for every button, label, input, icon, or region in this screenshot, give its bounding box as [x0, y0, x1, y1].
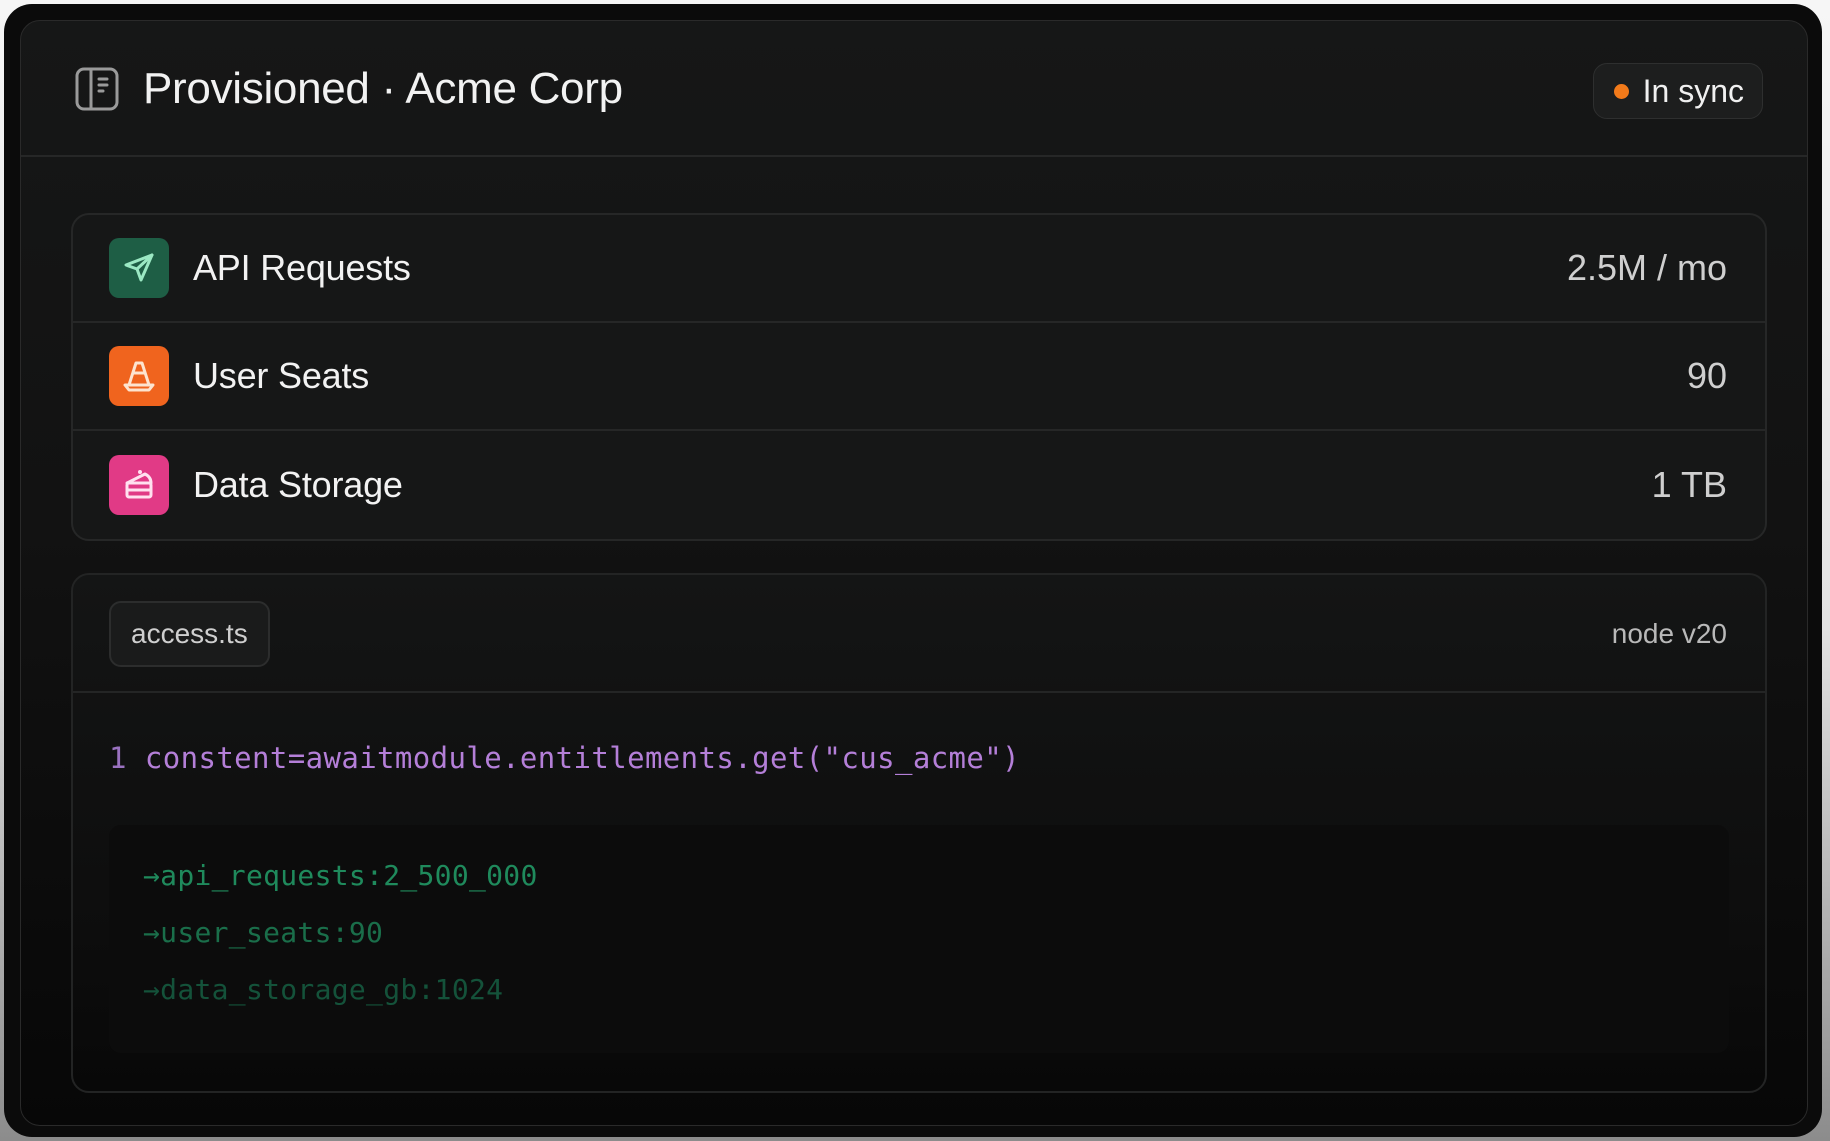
entitlement-label: User Seats — [193, 355, 370, 396]
entitlement-value: 2.5M / mo — [1566, 247, 1727, 288]
output-line: →user_seats:90 — [143, 916, 384, 949]
code-text: constent=awaitmodule.entitlements.get("c… — [144, 741, 1020, 775]
runtime-label: node v20 — [1611, 618, 1727, 649]
entitlement-value: 1 TB — [1651, 464, 1727, 505]
entitlement-row-data-storage[interactable]: Data Storage 1 TB — [73, 431, 1765, 539]
entitlement-row-api-requests[interactable]: API Requests 2.5M / mo — [73, 215, 1765, 323]
output-line: →api_requests:2_500_000 — [143, 859, 538, 892]
entitlement-label: Data Storage — [193, 464, 403, 505]
line-number: 1 — [109, 741, 127, 775]
output-line: →data_storage_gb:1024 — [143, 973, 504, 1006]
entitlement-label: API Requests — [193, 247, 411, 288]
traffic-cone-icon — [109, 346, 169, 406]
send-arrow-icon — [109, 238, 169, 298]
status-dot-icon — [1613, 83, 1629, 99]
entitlements-list: API Requests 2.5M / mo User Seats 90 Dat… — [71, 213, 1767, 541]
cake-slice-icon — [109, 455, 169, 515]
status-badge: In sync — [1592, 63, 1763, 119]
code-panel-header: access.ts node v20 — [73, 575, 1765, 693]
code-line: 1 constent=awaitmodule.entitlements.get("… — [109, 741, 1020, 775]
entitlement-value: 90 — [1686, 355, 1727, 396]
page-title: Provisioned · Acme Corp — [143, 64, 623, 113]
entitlement-row-user-seats[interactable]: User Seats 90 — [73, 323, 1765, 431]
file-tab-access-ts[interactable]: access.ts — [109, 601, 270, 667]
provisioning-card: Provisioned · Acme Corp In sync API Requ… — [20, 20, 1808, 1126]
card-header: Provisioned · Acme Corp In sync — [21, 21, 1807, 157]
code-panel: access.ts node v20 1 constent=awaitmodule… — [71, 573, 1767, 1093]
window-frame: Provisioned · Acme Corp In sync API Requ… — [4, 4, 1822, 1137]
output-box: →api_requests:2_500_000 →user_seats:90 →… — [109, 825, 1729, 1053]
sidebar-panel-icon[interactable] — [73, 65, 121, 113]
status-label: In sync — [1642, 72, 1744, 109]
